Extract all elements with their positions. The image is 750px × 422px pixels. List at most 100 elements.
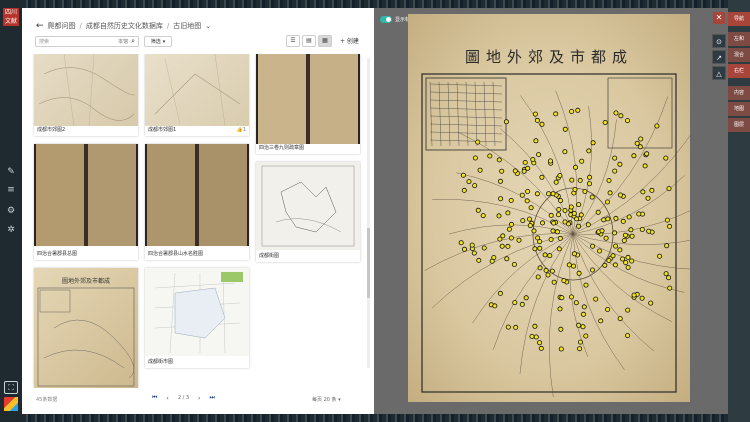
annotation-pin[interactable]	[472, 183, 478, 189]
annotation-pin[interactable]	[476, 257, 482, 263]
back-arrow-icon[interactable]: ←	[36, 21, 44, 31]
annotation-pin[interactable]	[583, 282, 589, 288]
annotation-pin[interactable]	[558, 198, 564, 204]
toggle-switch[interactable]	[380, 15, 392, 23]
annotation-pin[interactable]	[556, 246, 562, 252]
annotation-pin[interactable]	[637, 144, 643, 150]
annotation-pin[interactable]	[472, 155, 478, 161]
annotation-pin[interactable]	[644, 151, 650, 157]
annotation-pin[interactable]	[569, 109, 575, 115]
location-pin-icon[interactable]: ⊙	[712, 34, 726, 48]
annotation-pin[interactable]	[549, 268, 555, 274]
list-icon[interactable]: ≡	[5, 184, 17, 196]
grid-card[interactable]: 四治合署郡县总图	[34, 144, 138, 260]
annotation-pin[interactable]	[620, 256, 626, 262]
annotation-pin[interactable]	[667, 223, 673, 229]
annotation-pin[interactable]	[527, 216, 533, 222]
tab-content[interactable]: 内容	[728, 86, 750, 100]
annotation-pin[interactable]	[503, 119, 509, 125]
annotation-pin[interactable]	[496, 213, 502, 219]
annotation-pin[interactable]	[562, 126, 568, 132]
annotation-pin[interactable]	[547, 253, 553, 259]
annotation-pin[interactable]	[475, 139, 481, 145]
annotation-pin[interactable]	[500, 233, 506, 239]
annotation-pin[interactable]	[666, 275, 672, 281]
annotation-pin[interactable]	[533, 138, 539, 144]
historic-map-image[interactable]: 圖地外郊及市都成	[408, 14, 690, 402]
annotation-pin[interactable]	[466, 179, 472, 185]
annotation-pin[interactable]	[481, 245, 487, 251]
annotation-pin[interactable]	[489, 258, 495, 264]
annotation-pin[interactable]	[648, 300, 654, 306]
annotation-pin[interactable]	[574, 216, 580, 222]
annotation-pin[interactable]	[508, 197, 514, 203]
annotation-pin[interactable]	[505, 243, 511, 249]
first-page-icon[interactable]: ⏮	[152, 394, 157, 402]
annotation-pin[interactable]	[663, 271, 669, 277]
annotation-pin[interactable]	[638, 136, 644, 142]
breadcrumb-item-1[interactable]: 爬都问图	[48, 21, 76, 31]
annotation-pin[interactable]	[562, 207, 568, 213]
annotation-pin[interactable]	[606, 257, 612, 263]
gear-icon[interactable]: ✲	[5, 224, 17, 236]
annotation-pin[interactable]	[657, 253, 663, 259]
annotation-pin[interactable]	[538, 345, 544, 351]
annotation-pin[interactable]	[513, 324, 519, 330]
annotation-pin[interactable]	[546, 191, 552, 197]
annotation-pin[interactable]	[602, 262, 608, 268]
tab-right[interactable]: 右栏	[728, 64, 750, 78]
annotation-pin[interactable]	[581, 304, 587, 310]
annotation-pin[interactable]	[585, 222, 591, 228]
annotation-pin[interactable]	[562, 219, 568, 225]
annotation-pin[interactable]	[598, 318, 604, 324]
annotation-pin[interactable]	[539, 220, 545, 226]
annotation-pin[interactable]	[620, 218, 626, 224]
filter-button[interactable]: 筛选 ▾	[144, 36, 172, 47]
annotation-pin[interactable]	[532, 246, 538, 252]
annotation-pin[interactable]	[590, 243, 596, 249]
annotation-pin[interactable]	[551, 220, 557, 226]
pen-icon[interactable]: ✎	[5, 166, 17, 178]
annotation-pin[interactable]	[461, 187, 467, 193]
chevron-down-icon[interactable]: ⌄	[205, 22, 211, 30]
last-page-icon[interactable]: ⏭	[209, 394, 214, 402]
annotation-pin[interactable]	[586, 181, 592, 187]
annotation-pin[interactable]	[516, 237, 522, 243]
annotation-pin[interactable]	[664, 243, 670, 249]
annotation-pin[interactable]	[558, 326, 564, 332]
annotation-pin[interactable]	[499, 168, 505, 174]
annotation-pin[interactable]	[625, 307, 631, 313]
annotation-pin[interactable]	[625, 254, 631, 260]
annotation-pin[interactable]	[557, 306, 563, 312]
annotation-pin[interactable]	[573, 300, 579, 306]
annotation-pin[interactable]	[471, 250, 477, 256]
annotation-pin[interactable]	[577, 177, 583, 183]
annotation-pin[interactable]	[525, 165, 531, 171]
annotation-pin[interactable]	[628, 227, 634, 233]
annotation-pin[interactable]	[527, 223, 533, 229]
grid-scrollbar[interactable]	[367, 58, 370, 368]
annotation-pin[interactable]	[617, 161, 623, 167]
annotation-pin[interactable]	[531, 228, 537, 234]
annotation-pin[interactable]	[646, 228, 652, 234]
annotation-pin[interactable]	[624, 118, 630, 124]
annotation-pin[interactable]	[475, 207, 481, 213]
annotation-pin[interactable]	[528, 205, 534, 211]
detail-view-icon[interactable]: ▤	[302, 35, 316, 47]
annotation-pin[interactable]	[571, 210, 577, 216]
grid-card[interactable]: 四治三卷九则疏章图	[256, 54, 360, 154]
close-icon[interactable]: ✕	[713, 12, 725, 24]
annotation-pin[interactable]	[568, 204, 574, 210]
annotation-pin[interactable]	[460, 172, 466, 178]
annotation-pin[interactable]	[589, 267, 595, 273]
annotation-pin[interactable]	[462, 246, 468, 252]
annotation-pin[interactable]	[498, 196, 504, 202]
tab-layers[interactable]: 图层	[728, 118, 750, 132]
annotation-pin[interactable]	[557, 173, 563, 179]
annotation-pin[interactable]	[576, 202, 582, 208]
search-scope[interactable]: 本馆	[118, 38, 128, 45]
annotation-pin[interactable]	[554, 229, 560, 235]
annotation-pin[interactable]	[623, 260, 629, 266]
annotation-pin[interactable]	[536, 152, 542, 158]
annotation-pin[interactable]	[606, 177, 612, 183]
